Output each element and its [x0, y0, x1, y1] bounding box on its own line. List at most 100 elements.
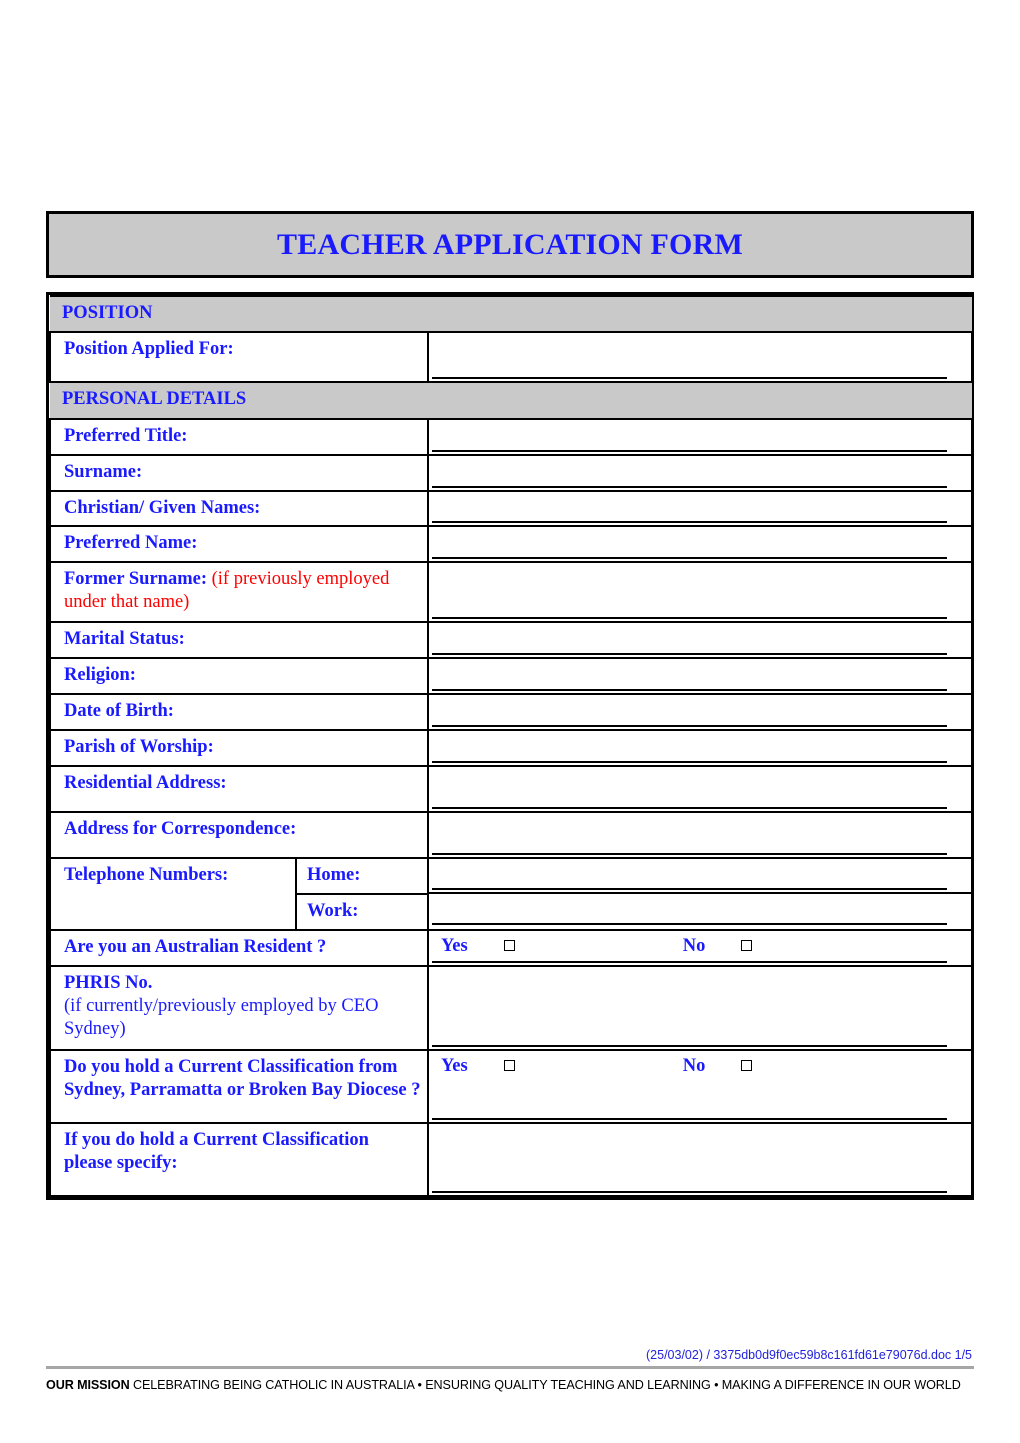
page-title: TEACHER APPLICATION FORM	[277, 227, 743, 261]
footer-mission-text: CELEBRATING BEING CATHOLIC IN AUSTRALIA …	[129, 1378, 961, 1392]
table-row: If you do hold a Current Classification …	[49, 1122, 973, 1198]
field-choice-current-classification: Yes No	[427, 1048, 973, 1125]
field-label-preferred-name: Preferred Name:	[49, 525, 429, 564]
field-input-preferred-title[interactable]	[427, 417, 973, 456]
field-label-current-classification: Do you hold a Current Classification fro…	[49, 1048, 429, 1125]
form-title-inner: TEACHER APPLICATION FORM	[49, 214, 971, 275]
field-input-telephone-work[interactable]	[429, 892, 971, 927]
field-input-former-surname[interactable]	[427, 561, 973, 624]
field-label-christian-given-names: Christian/ Given Names:	[49, 489, 429, 528]
section-header-position-label: POSITION	[62, 303, 153, 323]
field-input-residential-address[interactable]	[427, 765, 973, 814]
field-label-address-for-correspondence: Address for Correspondence:	[49, 811, 429, 859]
field-input-preferred-name[interactable]	[427, 525, 973, 564]
field-input-religion[interactable]	[427, 657, 973, 696]
footer-mission-lead: OUR MISSION	[46, 1378, 130, 1392]
section-header-position: POSITION	[50, 294, 972, 334]
current-classification-no-label: No	[682, 1055, 706, 1076]
field-input-address-for-correspondence[interactable]	[427, 811, 973, 859]
field-underline	[432, 960, 947, 963]
label-text: Religion:	[64, 665, 136, 686]
label-text: Address for Correspondence:	[64, 819, 297, 840]
table-row: Telephone Numbers: Home: Work:	[49, 857, 973, 931]
field-label-former-surname: Former Surname: (if previously employed …	[49, 561, 429, 624]
checkbox-australian-resident-no[interactable]	[741, 939, 753, 951]
section-header-position-cell: POSITION	[50, 294, 972, 334]
field-input-christian-given-names[interactable]	[427, 489, 973, 528]
section-header-personal-details-cell: PERSONAL DETAILS	[50, 381, 972, 420]
label-text: If you do hold a Current Classification …	[64, 1130, 369, 1174]
field-underline	[432, 689, 947, 692]
label-text: Surname:	[64, 461, 143, 482]
australian-resident-yes-label: Yes	[441, 935, 468, 956]
current-classification-yes-label: Yes	[441, 1055, 468, 1076]
label-main: PHRIS No.	[64, 972, 153, 993]
field-input-marital-status[interactable]	[427, 621, 973, 660]
telephone-work-label-cell: Work:	[297, 892, 427, 929]
field-input-classification-specify[interactable]	[427, 1122, 973, 1198]
field-label-telephone-numbers: Telephone Numbers: Home: Work:	[49, 857, 429, 931]
field-label-religion: Religion:	[49, 657, 429, 696]
label-text: Parish of Worship:	[64, 737, 214, 758]
field-underline	[432, 1191, 947, 1194]
field-underline	[432, 923, 947, 925]
field-label-residential-address: Residential Address:	[49, 765, 429, 814]
field-underline	[432, 557, 947, 560]
label-text: Preferred Title:	[64, 425, 188, 446]
application-form-table: POSITION Position Applied For: PERSONAL …	[46, 292, 974, 1201]
field-label-australian-resident: Are you an Australian Resident ?	[49, 928, 429, 967]
table-row: Address for Correspondence:	[49, 811, 973, 859]
table-row: PHRIS No. (if currently/previously employ…	[49, 964, 973, 1051]
label-text: Are you an Australian Resident ?	[64, 936, 327, 957]
field-input-date-of-birth[interactable]	[427, 693, 973, 732]
field-input-phris-no[interactable]	[427, 964, 973, 1051]
field-underline	[432, 1044, 947, 1047]
field-input-position-applied-for[interactable]	[427, 331, 973, 384]
checkbox-current-classification-no[interactable]	[741, 1059, 753, 1071]
page-footer: (25/03/02) / 3375db0d9f0ec59b8c161fd61e7…	[46, 1348, 974, 1392]
label-text: Residential Address:	[64, 773, 227, 794]
label-text: Work:	[307, 900, 359, 921]
label-text: Telephone Numbers:	[64, 865, 229, 885]
field-label-date-of-birth: Date of Birth:	[49, 693, 429, 732]
label-text: Former Surname: (if previously employed …	[51, 563, 427, 620]
australian-resident-no-label: No	[682, 935, 706, 956]
label-main: Former Surname:	[64, 569, 207, 590]
field-label-classification-specify: If you do hold a Current Classification …	[49, 1122, 429, 1198]
field-input-surname[interactable]	[427, 453, 973, 492]
telephone-numbers-label-cell: Telephone Numbers:	[51, 859, 295, 929]
field-input-telephone-home[interactable]	[429, 859, 971, 892]
table-row: Christian/ Given Names:	[49, 489, 973, 528]
table-row: Parish of Worship:	[49, 729, 973, 768]
table-row: Do you hold a Current Classification fro…	[49, 1048, 973, 1125]
field-underline	[432, 377, 947, 380]
field-underline	[432, 761, 947, 764]
table-row: Preferred Title:	[49, 417, 973, 456]
label-text: Marital Status:	[64, 629, 185, 650]
field-underline	[432, 653, 947, 656]
field-label-preferred-title: Preferred Title:	[49, 417, 429, 456]
label-text: Home:	[307, 865, 361, 885]
table-row: Residential Address:	[49, 765, 973, 814]
footer-divider	[46, 1366, 974, 1369]
telephone-sub-labels: Home: Work:	[295, 859, 427, 929]
section-header-personal-details: PERSONAL DETAILS	[50, 381, 972, 420]
document-page: TEACHER APPLICATION FORM POSITION Positi…	[0, 0, 1020, 1443]
field-underline	[432, 1118, 947, 1121]
checkbox-australian-resident-yes[interactable]	[503, 939, 515, 951]
table-row: Preferred Name:	[49, 525, 973, 564]
table-row: Former Surname: (if previously employed …	[49, 561, 973, 624]
telephone-home-label-cell: Home:	[297, 859, 427, 893]
table-row: Marital Status:	[49, 621, 973, 660]
field-underline	[432, 521, 947, 524]
footer-document-reference: (25/03/02) / 3375db0d9f0ec59b8c161fd61e7…	[646, 1348, 972, 1362]
field-input-parish-of-worship[interactable]	[427, 729, 973, 768]
checkbox-current-classification-yes[interactable]	[503, 1059, 515, 1071]
field-label-marital-status: Marital Status:	[49, 621, 429, 660]
table-row: Position Applied For:	[49, 331, 973, 384]
form-title-banner: TEACHER APPLICATION FORM	[46, 211, 974, 278]
table-row: Date of Birth:	[49, 693, 973, 732]
choice-row: Yes No	[429, 1051, 971, 1076]
table-row: Surname:	[49, 453, 973, 492]
field-label-parish-of-worship: Parish of Worship:	[49, 729, 429, 768]
